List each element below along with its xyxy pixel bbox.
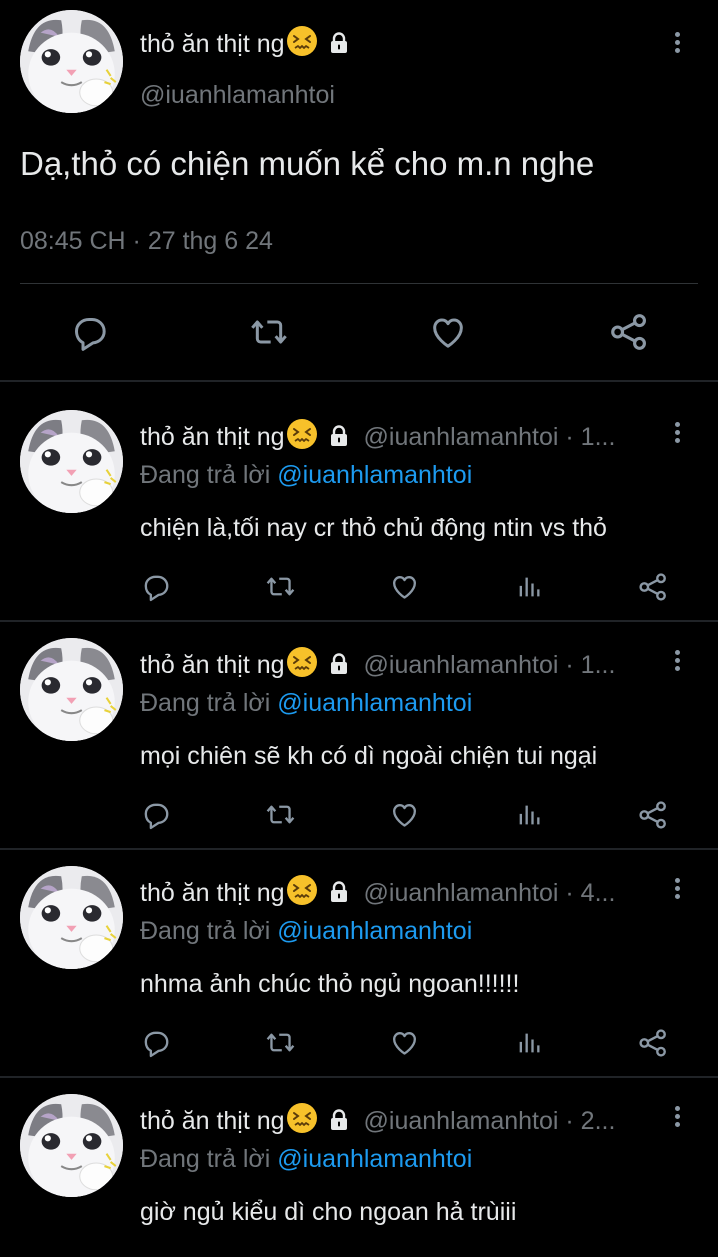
lock-icon [327,424,351,455]
confounded-face-icon [286,647,317,677]
confounded-face-icon [286,419,317,449]
retweet-icon[interactable] [264,1027,297,1058]
author-handle[interactable]: @iuanhlamanhtoi · 1... [364,423,616,451]
avatar[interactable] [20,410,123,513]
more-options-icon[interactable] [667,29,687,56]
author-name[interactable]: thỏ ăn thịt ng @iuanhlamanhtoi · 4... [140,875,615,911]
replying-to-handle[interactable]: @iuanhlamanhtoi [277,461,472,489]
lock-icon [327,1108,351,1139]
share-icon[interactable] [608,311,650,353]
retweet-icon[interactable] [248,312,290,352]
divider [20,283,698,284]
tweet-text: Dạ,thỏ có chiện muốn kể cho m.n nghe [20,145,595,182]
share-icon[interactable] [637,571,669,603]
views-icon[interactable] [515,1029,543,1057]
author-handle[interactable]: @iuanhlamanhtoi · 4... [364,879,616,907]
more-options-icon[interactable] [667,1103,687,1130]
like-icon[interactable] [389,1027,420,1058]
lock-icon [327,880,351,911]
share-icon[interactable] [637,799,669,831]
more-options-icon[interactable] [667,419,687,446]
retweet-icon[interactable] [264,799,297,830]
reply-icon[interactable] [140,799,171,830]
avatar[interactable] [20,10,123,113]
replying-to: Đang trả lời @iuanhlamanhtoi [140,917,472,946]
reply-text: giờ ngủ kiểu dì cho ngoan hả trùiii [140,1198,517,1226]
reply-icon[interactable] [140,571,171,602]
lock-icon [327,652,351,683]
replying-label: Đang trả lời [140,1145,271,1173]
replying-to: Đang trả lời @iuanhlamanhtoi [140,461,472,490]
confounded-face-icon [286,26,317,56]
divider [0,1076,718,1078]
reply-text: chiện là,tối nay cr thỏ chủ động ntin vs… [140,514,607,542]
author-handle[interactable]: @iuanhlamanhtoi [140,81,335,110]
views-icon[interactable] [515,573,543,601]
replying-to-handle[interactable]: @iuanhlamanhtoi [277,689,472,717]
like-icon[interactable] [389,799,420,830]
author-name[interactable]: thỏ ăn thịt ng @iuanhlamanhtoi · 2... [140,1103,615,1139]
divider [0,380,718,382]
confounded-face-icon [286,875,317,905]
replying-to-handle[interactable]: @iuanhlamanhtoi [277,917,472,945]
like-icon[interactable] [389,571,420,602]
tweet-timestamp[interactable]: 08:45 CH · 27 thg 6 24 [20,227,273,256]
divider [0,620,718,622]
author-handle[interactable]: @iuanhlamanhtoi · 1... [364,651,616,679]
replying-label: Đang trả lời [140,689,271,717]
author-name-text: thỏ ăn thịt ng [140,423,285,451]
like-icon[interactable] [428,312,468,352]
author-name-text: thỏ ăn thịt ng [140,879,285,907]
views-icon[interactable] [515,801,543,829]
reply-icon[interactable] [69,312,109,352]
replying-to: Đang trả lời @iuanhlamanhtoi [140,689,472,718]
avatar[interactable] [20,1094,123,1197]
replying-to-handle[interactable]: @iuanhlamanhtoi [277,1145,472,1173]
replying-label: Đang trả lời [140,461,271,489]
author-name[interactable]: thỏ ăn thịt ng @iuanhlamanhtoi · 1... [140,419,615,455]
reply-icon[interactable] [140,1027,171,1058]
replying-to: Đang trả lời @iuanhlamanhtoi [140,1145,472,1174]
confounded-face-icon [286,1103,317,1133]
replying-label: Đang trả lời [140,917,271,945]
author-name[interactable]: thỏ ăn thịt ng @iuanhlamanhtoi · 1... [140,647,615,683]
author-name-text: thỏ ăn thịt ng [140,1107,285,1135]
more-options-icon[interactable] [667,875,687,902]
avatar[interactable] [20,638,123,741]
divider [0,848,718,850]
author-name-text: thỏ ăn thịt ng [140,651,285,679]
author-name[interactable]: thỏ ăn thịt ng [140,26,351,62]
author-name-text: thỏ ăn thịt ng [140,30,285,58]
retweet-icon[interactable] [264,571,297,602]
more-options-icon[interactable] [667,647,687,674]
share-icon[interactable] [637,1027,669,1059]
reply-text: mọi chiên sẽ kh có dì ngoài chiện tui ng… [140,742,598,770]
author-handle[interactable]: @iuanhlamanhtoi · 2... [364,1107,616,1135]
reply-text: nhma ảnh chúc thỏ ngủ ngoan!!!!!! [140,970,520,998]
avatar[interactable] [20,866,123,969]
lock-icon [327,31,351,62]
